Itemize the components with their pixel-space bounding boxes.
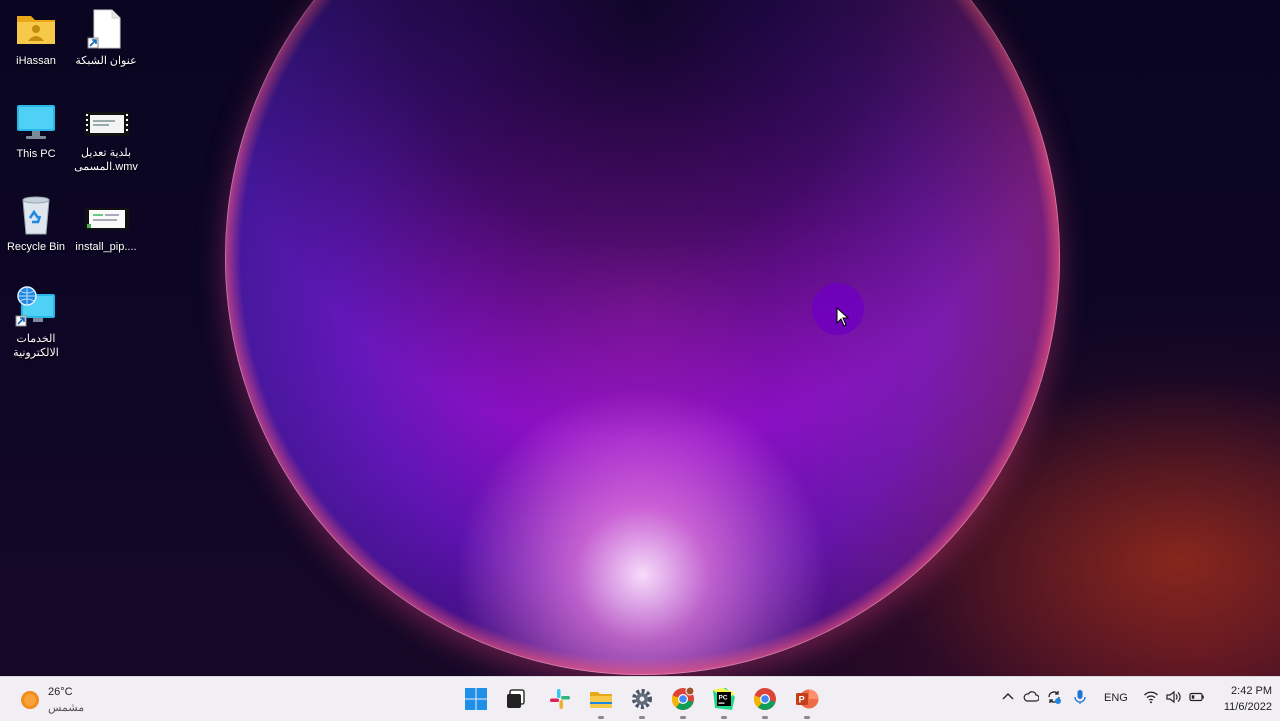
settings-button[interactable] [627,684,657,719]
desktop-icon-label-line2: المسمى.wmv [74,161,138,173]
file-explorer-button[interactable] [586,684,616,719]
desktop-wallpaper: iHassan عنوان الشبكة This PC بلدية تعديل… [0,0,1280,676]
cloud-icon [1023,691,1040,702]
clock[interactable]: 2:42 PM 11/6/2022 [1212,683,1272,715]
user-folder-icon [15,8,57,50]
battery-icon [1189,692,1204,702]
desktop-icon-install-pip[interactable]: install_pip.... [70,204,142,254]
weather-temperature: 26°C [48,686,73,698]
desktop-icon-label-line1: الخدمات [16,333,56,345]
wallpaper-orb-shade [225,0,1060,675]
wifi-button[interactable] [1143,689,1159,709]
desktop-icon-user-folder[interactable]: iHassan [0,8,72,68]
running-indicator [721,716,727,719]
desktop-icon-this-pc[interactable]: This PC [0,101,72,161]
svg-text:PC: PC [719,695,728,702]
desktop-icon-label: This PC [16,148,56,160]
mouse-pointer-icon [836,307,850,327]
sun-icon [21,691,39,709]
input-language-button[interactable]: ENG [1104,692,1128,712]
running-indicator [762,716,768,719]
slack-button[interactable] [545,684,575,714]
microphone-button[interactable] [1072,689,1088,709]
chrome-button[interactable] [750,684,780,719]
battery-button[interactable] [1189,689,1205,709]
start-button[interactable] [461,684,491,714]
desktop-icon-label: iHassan [16,55,56,67]
microphone-icon [1074,690,1086,704]
taskbar: 26°C مشمس PC P ENG 2:42 PM 11/6/2022 [0,676,1280,721]
desktop-icon-video-file[interactable]: بلدية تعديل المسمى.wmv [70,110,142,174]
chrome-icon [671,686,695,710]
show-hidden-icons-button[interactable] [1000,689,1016,709]
desktop-icon-network-shortcut[interactable]: عنوان الشبكة [70,8,142,68]
pycharm-icon: PC [713,688,735,710]
sync-status-button[interactable] [1046,689,1062,709]
pycharm-button[interactable]: PC [709,684,739,719]
powerpoint-button[interactable]: P [792,684,822,719]
volume-button[interactable] [1165,689,1181,709]
text-file-icon [85,204,129,236]
desktop-icon-label-line2: الالكترونية [13,347,59,359]
recycle-bin-icon [15,194,57,236]
monitor-icon [15,101,57,143]
clock-time: 2:42 PM [1231,685,1272,697]
desktop-icon-recycle-bin[interactable]: Recycle Bin [0,194,72,254]
folder-icon [590,692,612,708]
running-indicator [598,716,604,719]
chrome-icon [753,688,776,710]
svg-text:P: P [799,695,805,705]
weather-condition: مشمس [48,702,85,714]
onedrive-button[interactable] [1023,689,1040,709]
desktop-icon-label: عنوان الشبكة [75,55,137,67]
weather-widget[interactable]: 26°C مشمس [18,683,108,715]
chevron-up-icon [1002,693,1014,700]
blank-document-icon [85,8,127,50]
speaker-icon [1166,690,1181,704]
slack-icon [550,689,570,709]
chrome-profile-button[interactable] [668,684,698,719]
windows-logo-icon [465,688,487,710]
desktop-icon-label: Recycle Bin [6,241,66,253]
wifi-icon [1144,691,1158,704]
gear-icon [632,689,652,709]
task-view-button[interactable] [501,684,531,714]
desktop-icon-label: install_pip.... [75,241,137,253]
running-indicator [639,716,645,719]
powerpoint-icon: P [796,689,819,709]
video-file-icon [85,110,129,142]
task-view-icon [507,689,525,708]
desktop-icon-e-services[interactable]: الخدمات الالكترونية [0,286,72,360]
sync-icon [1048,691,1061,704]
running-indicator [804,716,810,719]
running-indicator [680,716,686,719]
desktop-icon-label-line1: بلدية تعديل [80,147,132,159]
clock-date: 11/6/2022 [1223,701,1272,713]
globe-monitor-icon [15,286,57,328]
